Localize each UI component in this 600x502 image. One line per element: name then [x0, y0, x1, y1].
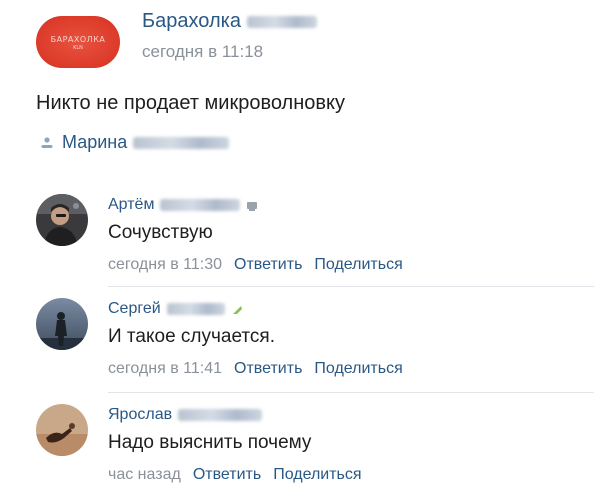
- reply-button[interactable]: Ответить: [193, 466, 261, 484]
- comment-text: Надо выяснить почему: [108, 432, 312, 453]
- commenter-avatar[interactable]: [36, 404, 88, 456]
- comment-time[interactable]: сегодня в 11:30: [108, 256, 222, 274]
- comment-footer: сегодня в 11:30 Ответить Поделиться: [108, 256, 588, 274]
- post-time[interactable]: сегодня в 11:18: [142, 42, 263, 62]
- commenter-avatar[interactable]: [36, 194, 88, 246]
- comment: Сергей И такое случается. сегодня в 11:4…: [36, 298, 596, 388]
- comment-footer: час назад Ответить Поделиться: [108, 466, 588, 484]
- redacted-surname: [166, 303, 225, 315]
- comment-time[interactable]: сегодня в 11:41: [108, 360, 222, 378]
- comment-body: Сергей И такое случается. сегодня в 11:4…: [108, 298, 588, 378]
- redacted-surname: [160, 199, 241, 211]
- comment-body: Артём Сочувствую сегодня в 11:30 Ответит…: [108, 194, 588, 274]
- commenter-avatar[interactable]: [36, 298, 88, 350]
- comment-author-name[interactable]: Артём: [108, 196, 154, 214]
- redacted-author-surname: [133, 136, 230, 149]
- post-header: БАРАХОЛКА KLN Барахолка сегодня в 11:18: [36, 8, 576, 78]
- comment-author-name[interactable]: Сергей: [108, 300, 161, 318]
- comment-divider: [108, 392, 594, 393]
- post-author-name[interactable]: Марина: [62, 132, 127, 153]
- comment-body: Ярослав Надо выяснить почему час назад О…: [108, 404, 588, 484]
- user-icon: [40, 136, 54, 150]
- redacted-group-suffix: [246, 15, 317, 28]
- comment-author-row: Сергей: [108, 298, 588, 320]
- comment: Артём Сочувствую сегодня в 11:30 Ответит…: [36, 194, 596, 284]
- comment-time[interactable]: час назад: [108, 466, 181, 484]
- share-button[interactable]: Поделиться: [314, 360, 402, 378]
- device-icon: [246, 199, 258, 211]
- comment-footer: сегодня в 11:41 Ответить Поделиться: [108, 360, 588, 378]
- group-name-row: Барахолка: [142, 10, 317, 33]
- comment-text: Сочувствую: [108, 222, 213, 243]
- group-logo-subtext: KLN: [73, 45, 83, 51]
- comment-author-row: Артём: [108, 194, 588, 216]
- share-button[interactable]: Поделиться: [314, 256, 402, 274]
- reply-button[interactable]: Ответить: [234, 360, 302, 378]
- reply-button[interactable]: Ответить: [234, 256, 302, 274]
- comment: Ярослав Надо выяснить почему час назад О…: [36, 404, 596, 496]
- group-name[interactable]: Барахолка: [142, 10, 241, 33]
- android-icon: [231, 303, 243, 315]
- comment-author-row: Ярослав: [108, 404, 588, 426]
- comment-divider: [108, 286, 594, 287]
- group-logo-text: БАРАХОЛКА: [50, 35, 106, 44]
- group-avatar[interactable]: БАРАХОЛКА KLN: [36, 16, 120, 68]
- redacted-surname: [178, 409, 263, 421]
- comment-author-name[interactable]: Ярослав: [108, 406, 172, 424]
- post-author-row: Марина: [40, 132, 230, 153]
- share-button[interactable]: Поделиться: [273, 466, 361, 484]
- post-text: Никто не продает микроволновку: [36, 92, 345, 114]
- comment-text: И такое случается.: [108, 326, 275, 347]
